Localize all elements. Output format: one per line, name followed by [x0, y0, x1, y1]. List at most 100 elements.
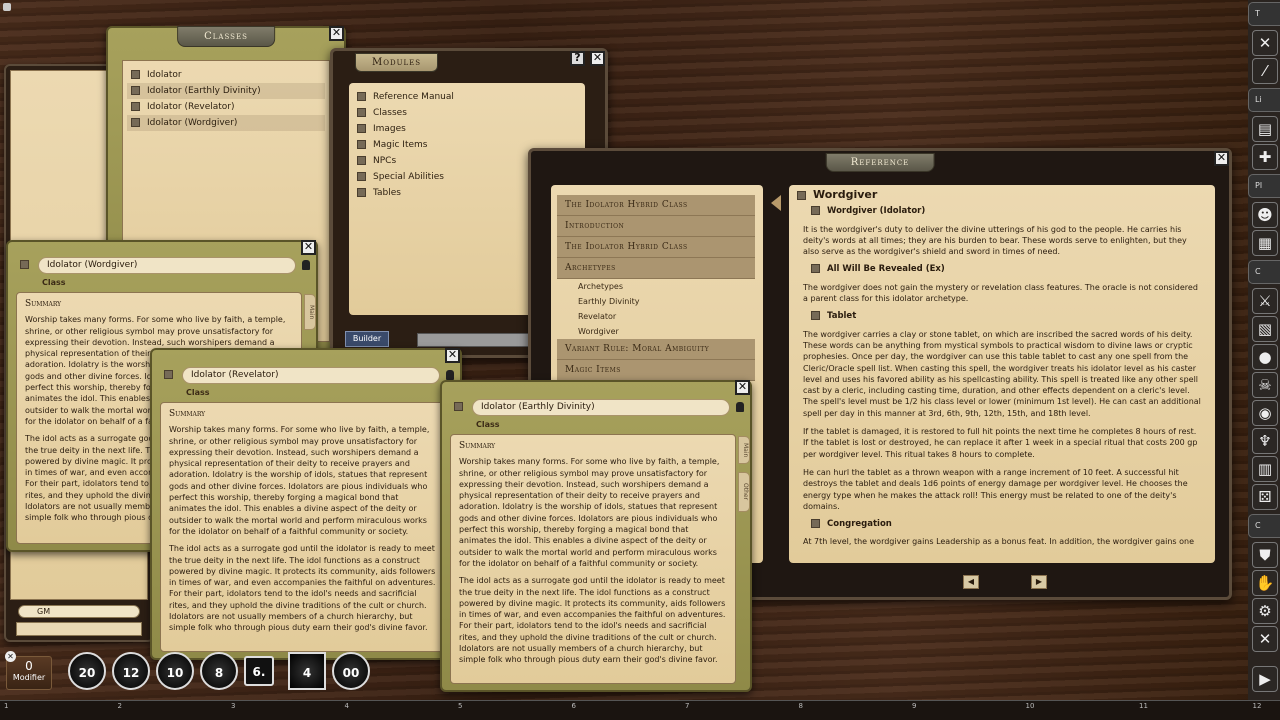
- close-icon[interactable]: ✕: [445, 348, 460, 363]
- dice-icon[interactable]: ⚄: [1252, 484, 1278, 510]
- treasure-icon[interactable]: ●: [1252, 344, 1278, 370]
- checkbox-icon[interactable]: [357, 124, 366, 133]
- close-icon[interactable]: ✕: [590, 51, 605, 66]
- d8-die[interactable]: 8: [200, 652, 238, 690]
- sidebar-header[interactable]: Li: [1248, 88, 1280, 112]
- toc-section[interactable]: The Idolator Hybrid Class: [557, 195, 755, 216]
- checkbox-icon[interactable]: [357, 108, 366, 117]
- weapons-icon[interactable]: ⚔: [1252, 288, 1278, 314]
- paragraph: It is the wordgiver's duty to deliver th…: [803, 224, 1187, 257]
- close-icon[interactable]: ✕: [301, 240, 316, 255]
- skull-icon[interactable]: ☠: [1252, 372, 1278, 398]
- lock-icon[interactable]: [302, 260, 310, 270]
- map-icon[interactable]: ▧: [1252, 316, 1278, 342]
- character-sheet-icon[interactable]: ▦: [1252, 230, 1278, 256]
- tools-icon[interactable]: ✕: [1252, 626, 1278, 652]
- checkbox-icon[interactable]: [454, 402, 463, 411]
- d10-die[interactable]: 10: [156, 652, 194, 690]
- d4-die[interactable]: 4: [288, 652, 326, 690]
- toc-section[interactable]: The Idolator Hybrid Class: [557, 237, 755, 258]
- collapse-arrow-icon[interactable]: [771, 195, 781, 211]
- builder-button[interactable]: Builder: [345, 331, 389, 347]
- toc-section[interactable]: Introduction: [557, 216, 755, 237]
- paragraph: He can hurl the tablet as a thrown weapo…: [803, 467, 1188, 511]
- checkbox-icon[interactable]: [131, 70, 140, 79]
- name-field[interactable]: Idolator (Wordgiver): [38, 257, 296, 274]
- next-page-button[interactable]: ▶: [1031, 575, 1047, 589]
- checkbox-icon[interactable]: [811, 264, 820, 274]
- checkbox-icon[interactable]: [811, 519, 820, 529]
- d6-die[interactable]: 6.: [244, 656, 274, 686]
- toc-section[interactable]: Archetypes: [557, 258, 755, 279]
- play-icon[interactable]: ▶: [1252, 666, 1278, 692]
- subheading: Tablet: [811, 311, 1215, 322]
- close-icon[interactable]: ✕: [735, 380, 750, 395]
- chat-input[interactable]: [16, 622, 142, 636]
- toc-link[interactable]: Earthly Divinity: [557, 294, 755, 309]
- checkbox-icon[interactable]: [131, 118, 140, 127]
- chalice-icon[interactable]: ♆: [1252, 428, 1278, 454]
- lock-icon[interactable]: [736, 402, 744, 412]
- sidebar-header[interactable]: Pl: [1248, 174, 1280, 198]
- lock-icon[interactable]: [3, 3, 11, 11]
- d20-die[interactable]: 20: [68, 652, 106, 690]
- tab-other[interactable]: Other: [738, 472, 750, 512]
- checkbox-icon[interactable]: [357, 140, 366, 149]
- list-item[interactable]: Idolator (Wordgiver): [127, 115, 325, 131]
- checkbox-icon[interactable]: [811, 206, 820, 216]
- toc-section[interactable]: Magic Items: [557, 360, 755, 381]
- list-item[interactable]: Idolator (Earthly Divinity): [127, 83, 325, 99]
- list-item[interactable]: Idolator: [127, 67, 325, 83]
- sidebar-header[interactable]: T: [1248, 2, 1280, 26]
- checkbox-icon[interactable]: [797, 190, 806, 200]
- name-field[interactable]: Idolator (Earthly Divinity): [472, 399, 730, 416]
- checkbox-icon[interactable]: [164, 370, 173, 379]
- paragraph: The wordgiver carries a clay or stone ta…: [803, 329, 1201, 418]
- sidebar-header[interactable]: C: [1248, 260, 1280, 284]
- checkbox-icon[interactable]: [811, 311, 820, 321]
- d12-die[interactable]: 12: [112, 652, 150, 690]
- help-icon[interactable]: ?: [570, 51, 585, 66]
- list-item[interactable]: Idolator (Revelator): [127, 99, 325, 115]
- tab-main[interactable]: Main: [304, 294, 316, 330]
- checkbox-icon[interactable]: [131, 102, 140, 111]
- list-item[interactable]: Reference Manual: [353, 89, 581, 105]
- shield-icon[interactable]: ⛊: [1252, 542, 1278, 568]
- combat-icon[interactable]: ✕: [1252, 30, 1278, 56]
- checkbox-icon[interactable]: [357, 172, 366, 181]
- effects-icon[interactable]: ⁄: [1252, 58, 1278, 84]
- identity-select[interactable]: GM: [18, 605, 140, 618]
- notes-icon[interactable]: ▤: [1252, 116, 1278, 142]
- coins-icon[interactable]: ◉: [1252, 400, 1278, 426]
- checkbox-icon[interactable]: [20, 260, 29, 269]
- checkbox-icon[interactable]: [131, 86, 140, 95]
- hotkey-slot-number: 2: [117, 702, 122, 710]
- toc-section[interactable]: Variant Rule: Moral Ambiguity: [557, 339, 755, 360]
- close-icon[interactable]: ✕: [329, 26, 344, 41]
- clear-modifier-icon[interactable]: ✕: [5, 651, 16, 662]
- hand-icon[interactable]: ✋: [1252, 570, 1278, 596]
- toc-link[interactable]: Archetypes: [557, 279, 755, 294]
- checkbox-icon[interactable]: [357, 156, 366, 165]
- sidebar-header[interactable]: C: [1248, 514, 1280, 538]
- party-icon[interactable]: ☻: [1252, 202, 1278, 228]
- lock-icon[interactable]: [446, 370, 454, 380]
- name-field[interactable]: Idolator (Revelator): [182, 367, 440, 384]
- toc-link[interactable]: Revelator: [557, 309, 755, 324]
- prev-page-button[interactable]: ◀: [963, 575, 979, 589]
- close-icon[interactable]: ✕: [1214, 151, 1229, 166]
- book-icon[interactable]: ▥: [1252, 456, 1278, 482]
- checkbox-icon[interactable]: [357, 188, 366, 197]
- toc-link[interactable]: Wordgiver: [557, 324, 755, 339]
- gear-icon[interactable]: ⚙: [1252, 598, 1278, 624]
- hotkey-slot-number: 7: [685, 702, 690, 710]
- tab-main[interactable]: Main: [738, 436, 750, 464]
- summary-heading: Summary: [459, 441, 496, 451]
- modifier-value: 0: [25, 659, 33, 673]
- d100-die[interactable]: 00: [332, 652, 370, 690]
- classes-title: Classes: [177, 26, 275, 47]
- puzzle-icon[interactable]: ✚: [1252, 144, 1278, 170]
- checkbox-icon[interactable]: [357, 92, 366, 101]
- list-item[interactable]: Images: [353, 121, 581, 137]
- list-item[interactable]: Classes: [353, 105, 581, 121]
